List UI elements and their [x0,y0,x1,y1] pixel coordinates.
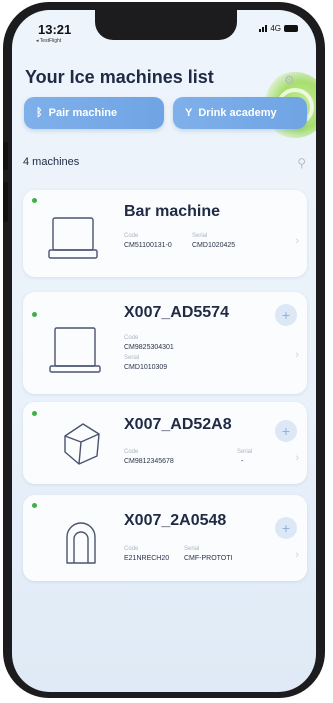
pair-machine-label: Pair machine [48,107,118,119]
phone-side-button [3,142,8,170]
machine-card[interactable]: X007_AD5574 + Code CM9825304301 Serial C… [23,292,307,394]
chevron-right-icon: › [295,452,299,464]
serial-label: Serial [184,546,200,552]
cocktail-glass-icon: Y [185,107,193,119]
gear-icon[interactable]: ⚙ [284,74,296,86]
serial-label: Serial [124,355,140,361]
bluetooth-icon: ᛒ [36,107,43,119]
machine-name: X007_2A0548 [124,512,227,529]
online-status-dot [32,312,37,317]
cube-machine-icon [49,327,101,373]
machine-name: X007_AD5574 [124,304,229,321]
machine-name: Bar machine [124,203,221,220]
status-back-app[interactable]: ◂ TestFlight [36,38,61,44]
machine-name: X007_AD52A8 [124,416,232,433]
code-value: E21NRECH20 [124,555,170,562]
online-status-dot [32,411,37,416]
bar-machine-icon [48,217,98,259]
machine-card[interactable]: X007_AD52A8 + Code CM9812345678 Serial -… [23,402,307,484]
serial-value: CMD1020425 [192,242,236,249]
online-status-dot [32,503,37,508]
code-value: CM51100131-0 [124,242,172,249]
serial-value: - [241,458,244,465]
phone-side-button [3,182,8,222]
arch-machine-icon [66,522,96,564]
status-time: 13:21 [38,22,72,37]
serial-value: CMD1010309 [124,364,168,371]
page-title: Your Ice machines list [25,67,214,87]
phone-frame: 13:21 ◂ TestFlight 4G Your Ice machines … [3,2,325,698]
online-status-dot [32,198,37,203]
pair-machine-button[interactable]: ᛒ Pair machine [24,97,164,129]
serial-label: Serial [237,449,253,455]
chevron-right-icon: › [295,235,299,247]
serial-label: Serial [192,233,208,239]
battery-icon [284,25,298,32]
network-label: 4G [270,24,281,33]
code-value: CM9825304301 [124,344,174,351]
machine-card[interactable]: Bar machine Code CM51100131-0 Serial CMD… [23,190,307,277]
code-value: CM9812345678 [124,458,174,465]
status-indicators: 4G [259,24,298,33]
drink-academy-label: Drink academy [198,107,277,119]
serial-value: CMF-PROTOTI [184,555,233,562]
machine-card[interactable]: X007_2A0548 + Code E21NRECH20 Serial CMF… [23,495,307,581]
add-icon[interactable]: + [275,420,297,442]
phone-notch [95,10,237,40]
add-icon[interactable]: + [275,517,297,539]
code-label: Code [124,233,139,239]
ice-cube-icon [64,423,100,465]
code-label: Code [124,335,139,341]
filter-icon[interactable]: ⚲ [297,156,306,170]
drink-academy-button[interactable]: Y Drink academy [173,97,307,129]
machine-count: 4 machines [23,156,80,168]
code-label: Code [124,449,139,455]
chevron-right-icon: › [295,549,299,561]
app-screen: 13:21 ◂ TestFlight 4G Your Ice machines … [12,10,316,692]
signal-icon [259,25,268,32]
code-label: Code [124,546,139,552]
add-icon[interactable]: + [275,304,297,326]
chevron-right-icon: › [295,349,299,361]
